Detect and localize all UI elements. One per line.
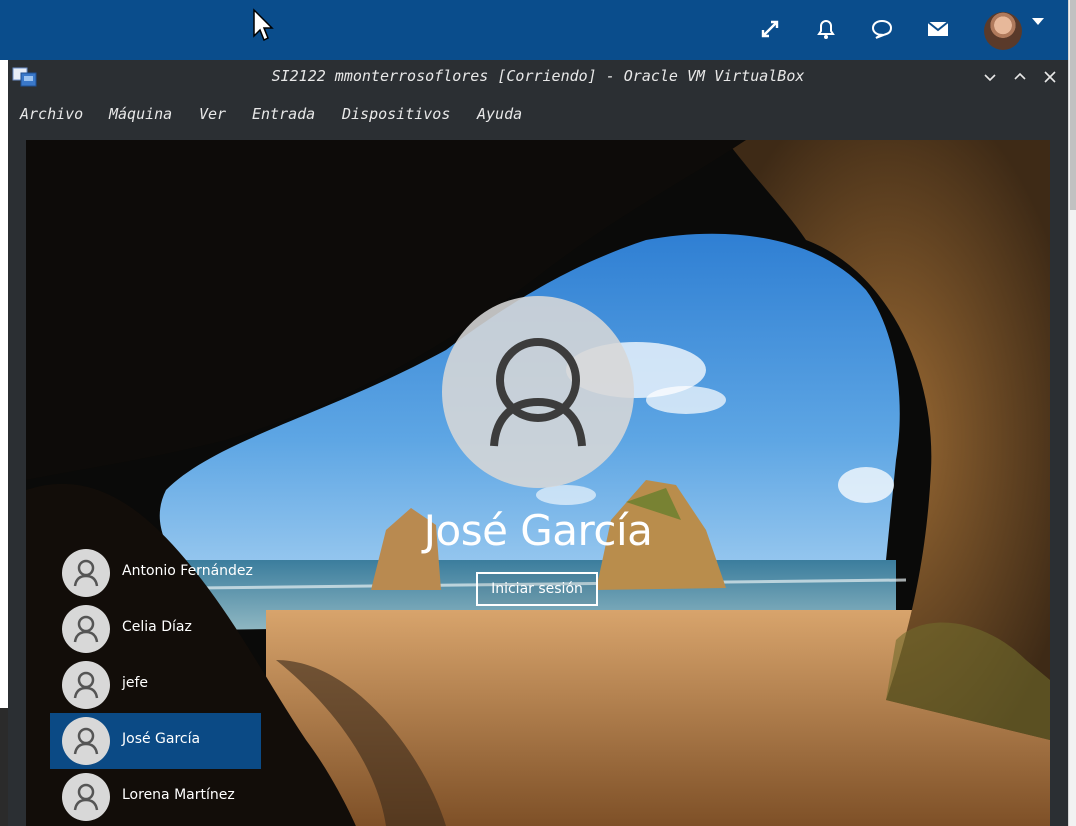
expand-icon[interactable] bbox=[755, 14, 785, 44]
minimize-button[interactable] bbox=[980, 67, 1000, 87]
user-icon bbox=[62, 605, 110, 653]
scrollbar-thumb[interactable] bbox=[1070, 0, 1076, 210]
close-button[interactable] bbox=[1040, 67, 1060, 87]
window-title: SI2122 mmonterrosoflores [Corriendo] - O… bbox=[271, 67, 805, 85]
menu-bar: Archivo Máquina Ver Entrada Dispositivos… bbox=[8, 94, 1068, 132]
bell-icon[interactable] bbox=[811, 14, 841, 44]
caret-down-icon[interactable] bbox=[1032, 18, 1044, 25]
host-top-bar bbox=[0, 0, 1068, 60]
user-list-name: Antonio Fernández bbox=[122, 563, 253, 579]
menu-archivo[interactable]: Archivo bbox=[20, 105, 83, 123]
user-list-item[interactable]: Celia Díaz bbox=[50, 601, 261, 657]
user-list-item[interactable]: jefe bbox=[50, 657, 261, 713]
user-list-item-selected[interactable]: José García bbox=[50, 713, 261, 769]
menu-ver[interactable]: Ver bbox=[199, 105, 226, 123]
maximize-button[interactable] bbox=[1010, 67, 1030, 87]
user-list-item[interactable]: Antonio Fernández bbox=[50, 545, 261, 601]
user-icon bbox=[62, 549, 110, 597]
sign-in-button[interactable]: Iniciar sesión bbox=[476, 572, 598, 606]
host-scrollbar[interactable] bbox=[1068, 0, 1076, 826]
user-list-name: jefe bbox=[122, 675, 149, 691]
menu-ayuda[interactable]: Ayuda bbox=[477, 105, 522, 123]
large-user-avatar bbox=[442, 296, 634, 488]
user-list-name: Lorena Martínez bbox=[122, 787, 235, 803]
user-icon bbox=[62, 773, 110, 821]
menu-entrada[interactable]: Entrada bbox=[252, 105, 315, 123]
mouse-cursor-icon bbox=[253, 8, 274, 42]
menu-maquina[interactable]: Máquina bbox=[109, 105, 172, 123]
user-list-name: José García bbox=[122, 731, 201, 747]
window-titlebar[interactable]: SI2122 mmonterrosoflores [Corriendo] - O… bbox=[8, 60, 1068, 94]
chat-bubble-icon[interactable] bbox=[867, 14, 897, 44]
user-silhouette-icon bbox=[490, 338, 586, 447]
user-list-name: Celia Díaz bbox=[122, 619, 192, 635]
virtualbox-window: SI2122 mmonterrosoflores [Corriendo] - O… bbox=[8, 60, 1068, 826]
user-icon bbox=[62, 661, 110, 709]
user-icon bbox=[62, 717, 110, 765]
user-avatar[interactable] bbox=[984, 12, 1022, 50]
user-list: Antonio Fernández Celia Díaz jefe José G… bbox=[50, 545, 261, 825]
host-taskbar-strip bbox=[0, 708, 8, 826]
vm-screen[interactable]: José García Iniciar sesión Antonio Ferná… bbox=[26, 140, 1050, 826]
menu-dispositivos[interactable]: Dispositivos bbox=[342, 105, 450, 123]
user-list-item[interactable]: Lorena Martínez bbox=[50, 769, 261, 825]
mail-icon[interactable] bbox=[923, 14, 953, 44]
